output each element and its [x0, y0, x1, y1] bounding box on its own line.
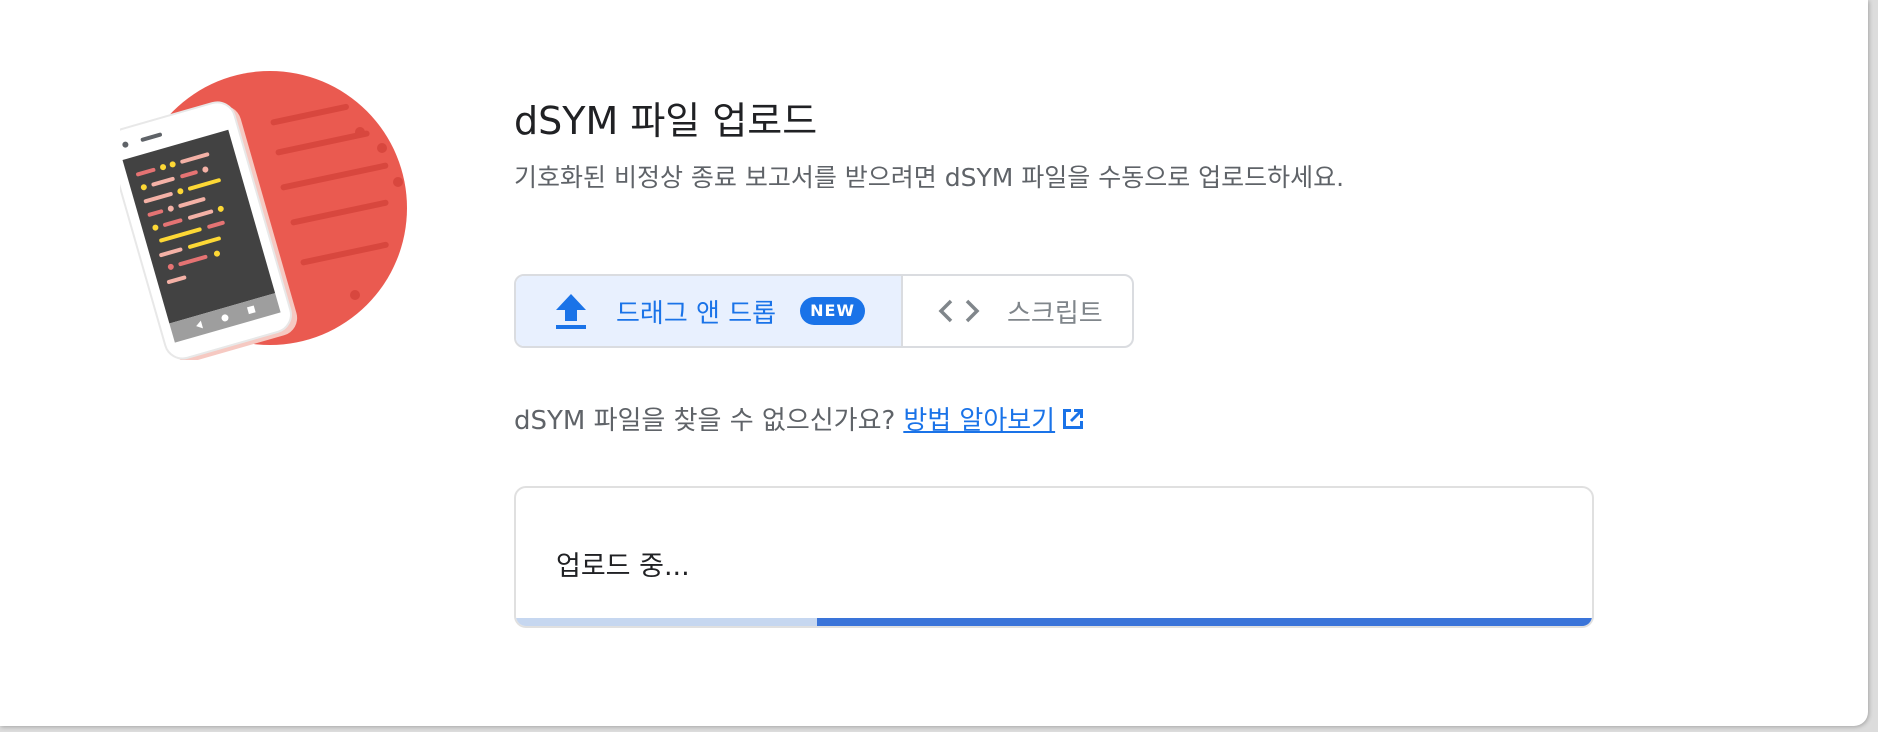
open-in-new-icon[interactable]	[1059, 405, 1087, 433]
dsym-upload-card: dSYM 파일 업로드 기호화된 비정상 종료 보고서를 받으려면 dSYM 파…	[0, 0, 1868, 726]
script-option[interactable]: 스크립트	[903, 276, 1132, 346]
new-badge: NEW	[800, 297, 866, 325]
page-subtitle: 기호화된 비정상 종료 보고서를 받으려면 dSYM 파일을 수동으로 업로드하…	[514, 163, 1345, 192]
upload-progress-fill	[817, 618, 1592, 626]
upload-method-toggle: 드래그 앤 드롭 NEW 스크립트	[514, 274, 1134, 348]
page-title: dSYM 파일 업로드	[514, 99, 818, 143]
phone-code-illustration	[107, 70, 420, 362]
code-icon	[937, 296, 981, 326]
help-text: dSYM 파일을 찾을 수 없으신가요? 방법 알아보기	[514, 400, 1087, 437]
upload-status-panel: 업로드 중...	[514, 486, 1594, 628]
upload-icon	[554, 292, 588, 330]
learn-how-link[interactable]: 방법 알아보기	[903, 400, 1055, 437]
upload-status-text: 업로드 중...	[556, 551, 690, 582]
drag-and-drop-option[interactable]: 드래그 앤 드롭 NEW	[516, 276, 903, 346]
drag-and-drop-label: 드래그 앤 드롭	[616, 298, 777, 329]
script-label: 스크립트	[1007, 298, 1103, 329]
upload-progress-bar	[516, 618, 1592, 626]
learn-how-link-label: 방법 알아보기	[903, 406, 1056, 436]
help-question: dSYM 파일을 찾을 수 없으신가요?	[514, 406, 896, 436]
upload-content: dSYM 파일 업로드 기호화된 비정상 종료 보고서를 받으려면 dSYM 파…	[514, 0, 1814, 726]
